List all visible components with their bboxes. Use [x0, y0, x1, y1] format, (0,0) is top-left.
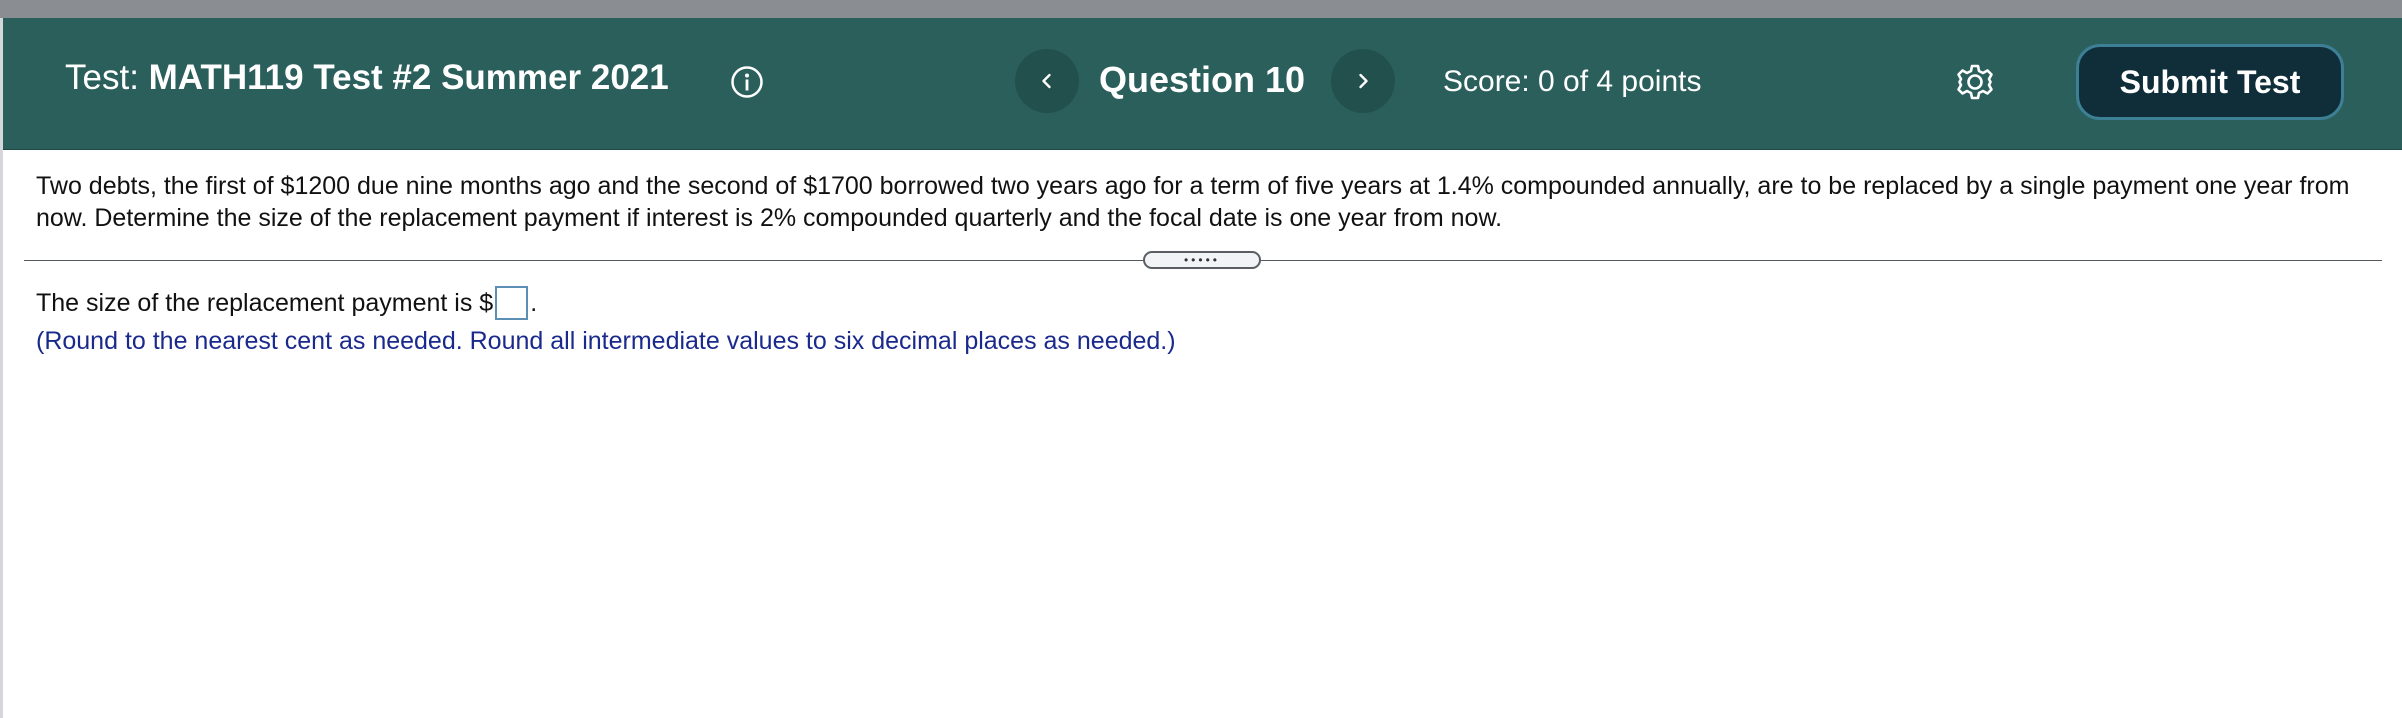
chevron-right-icon [1359, 73, 1368, 89]
top-strip [0, 0, 2402, 18]
answer-line: The size of the replacement payment is $… [36, 286, 537, 320]
submit-test-button[interactable]: Submit Test [2076, 44, 2344, 120]
answer-input[interactable] [495, 286, 529, 320]
chevron-left-icon [1042, 73, 1051, 89]
previous-question-button[interactable] [1015, 49, 1079, 113]
pane-resize-handle[interactable]: ••••• [1143, 251, 1261, 269]
info-icon[interactable] [730, 65, 764, 99]
gear-icon[interactable] [1955, 62, 1995, 102]
test-header: Test: MATH119 Test #2 Summer 2021 Questi… [3, 18, 2402, 150]
score-label: Score: 0 of 4 points [1443, 65, 1702, 98]
test-title-prefix: Test: [65, 58, 139, 97]
next-question-button[interactable] [1331, 49, 1395, 113]
test-title: Test: MATH119 Test #2 Summer 2021 [65, 58, 669, 98]
answer-prompt: The size of the replacement payment is $ [36, 289, 494, 317]
answer-suffix: . [530, 289, 538, 317]
question-text: Two debts, the first of $1200 due nine m… [36, 172, 2350, 232]
rounding-instructions: (Round to the nearest cent as needed. Ro… [36, 327, 1176, 355]
question-number: Question 10 [1099, 59, 1306, 100]
test-name: MATH119 Test #2 Summer 2021 [148, 58, 669, 97]
